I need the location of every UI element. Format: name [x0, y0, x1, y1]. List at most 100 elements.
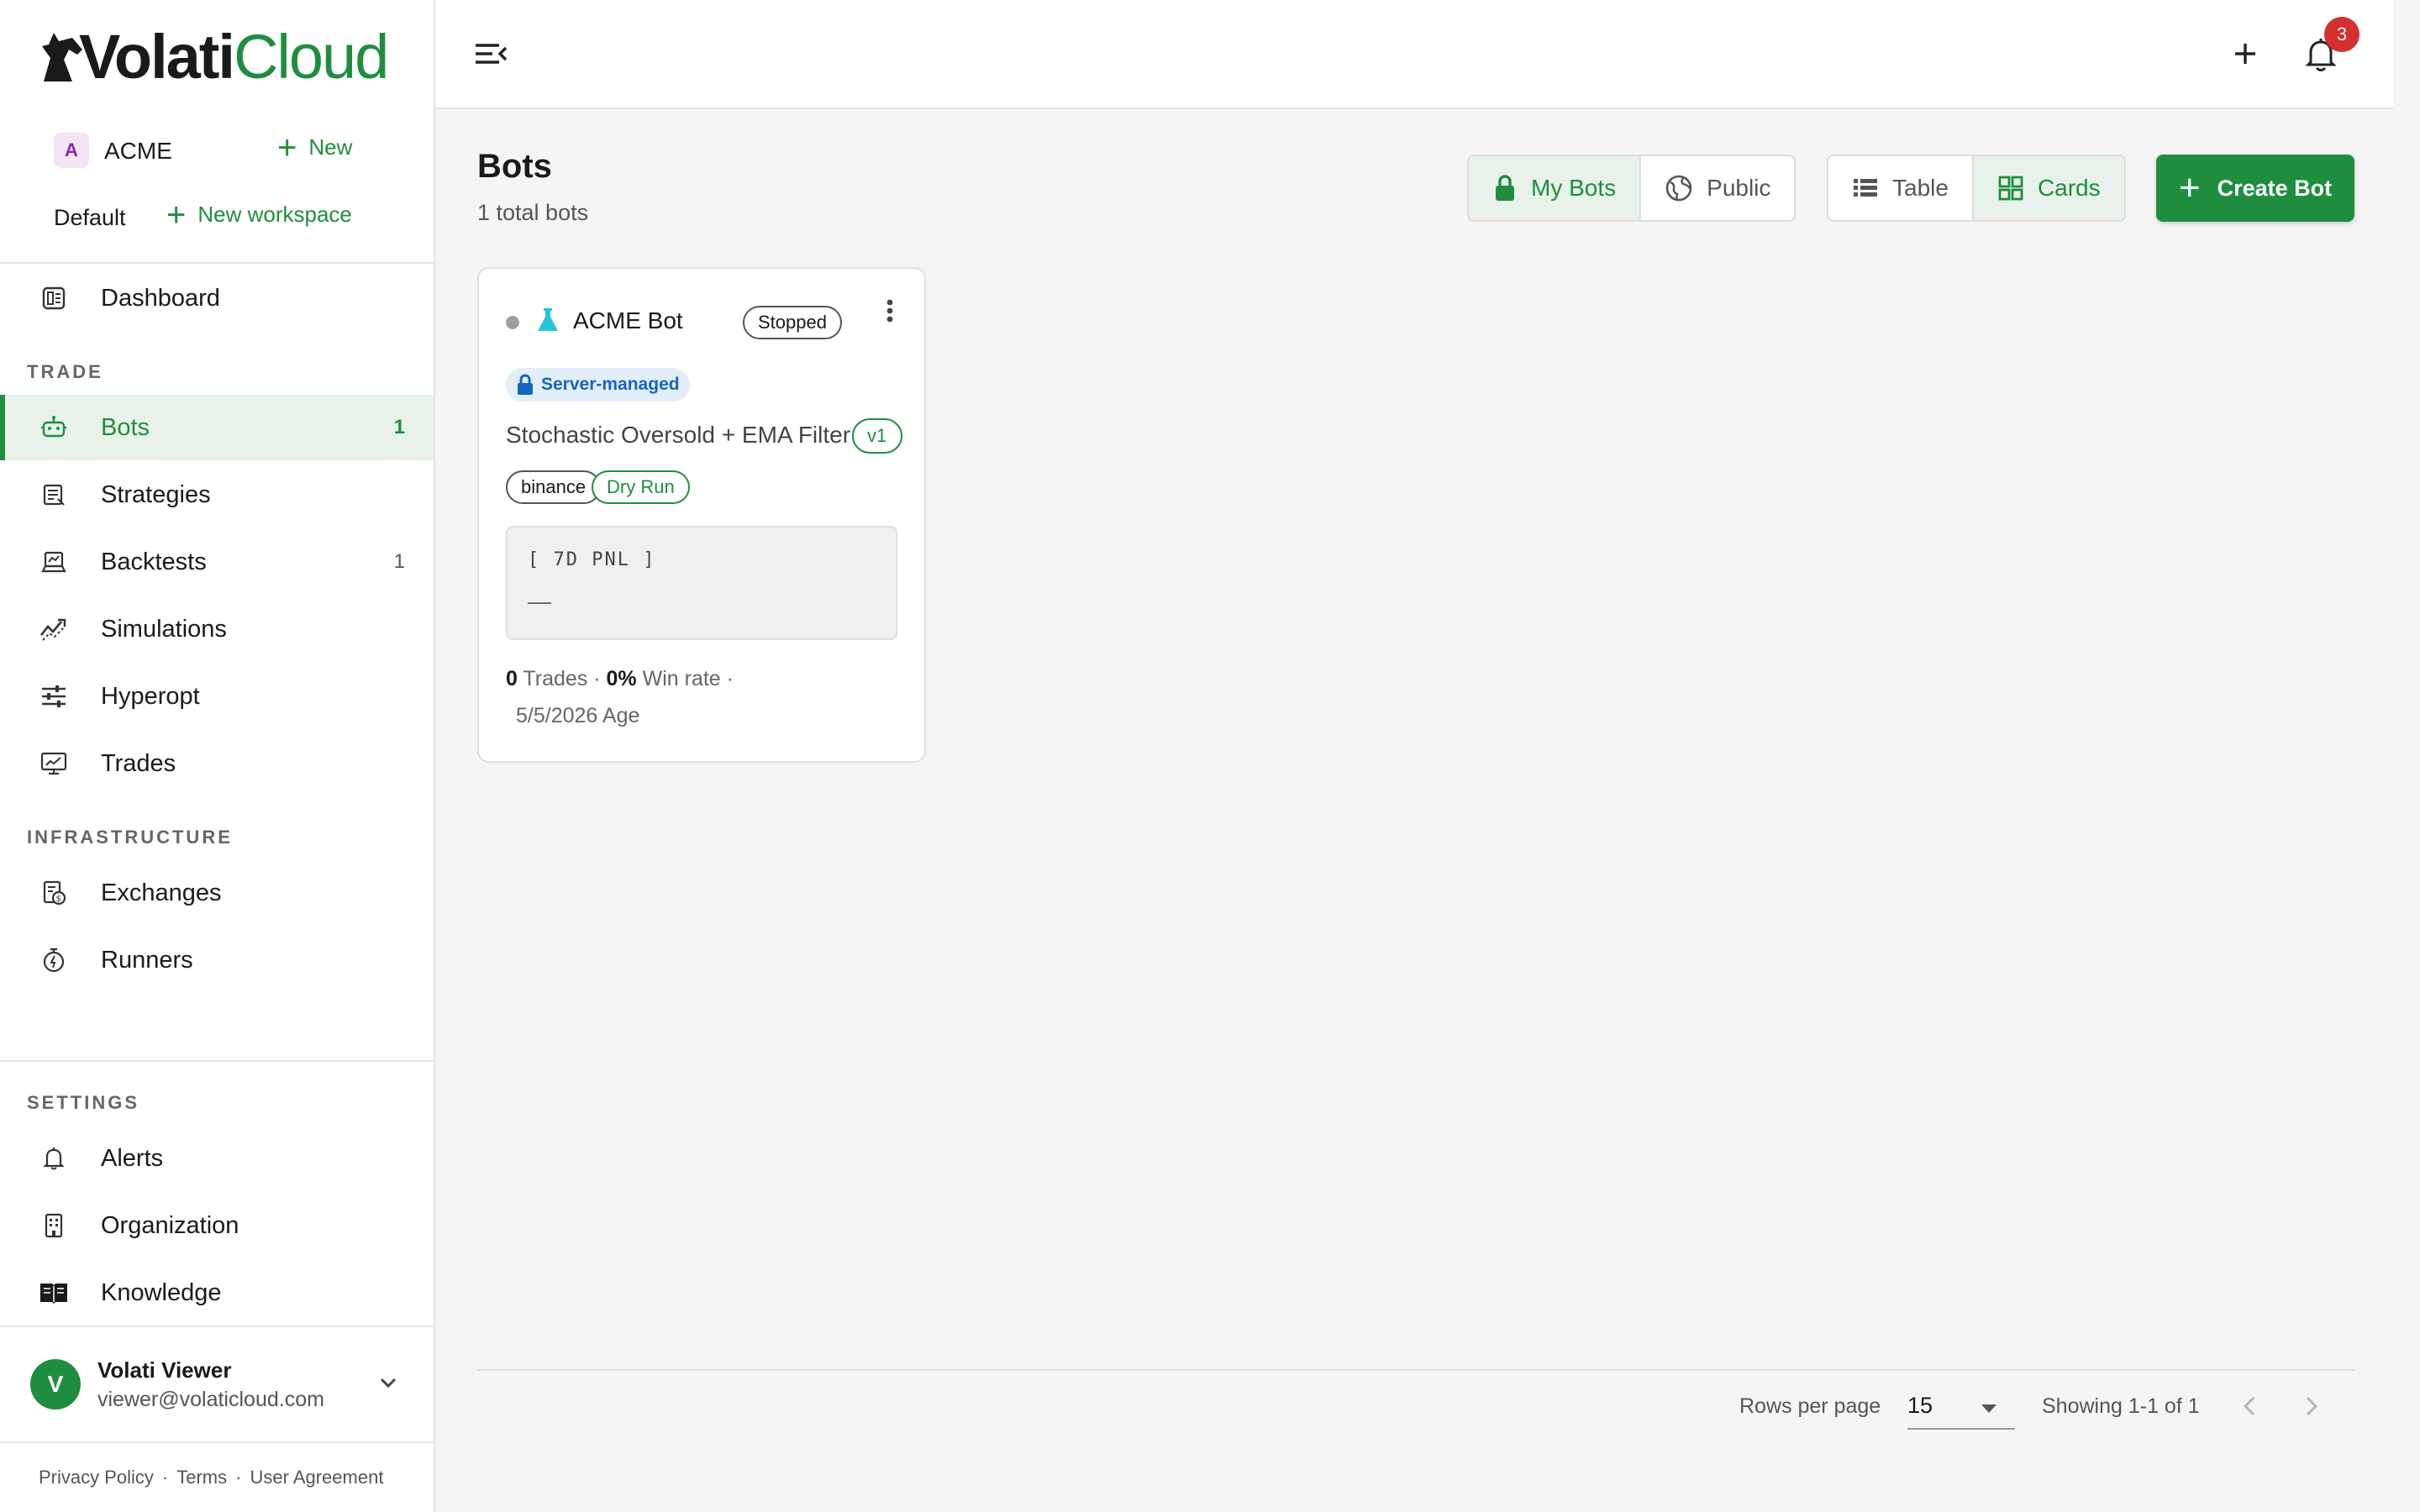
logo[interactable]: VolatiCloud [39, 22, 389, 92]
pagination-range: Showing 1-1 of 1 [2042, 1394, 2200, 1418]
flask-icon [534, 306, 561, 334]
my-bots-toggle[interactable]: My Bots [1469, 156, 1640, 220]
dashboard-icon [39, 283, 69, 313]
plus-icon: + [2178, 167, 2201, 208]
cards-label: Cards [2037, 175, 2101, 201]
building-icon [39, 1210, 69, 1241]
age-value: 5/5/2026 [516, 704, 598, 727]
stat-separator: · [593, 667, 601, 690]
lock-icon [518, 374, 533, 395]
user-agreement-link[interactable]: User Agreement [250, 1467, 383, 1488]
sidebar-divider [0, 1060, 434, 1062]
sidebar-item-knowledge[interactable]: Knowledge [0, 1260, 434, 1326]
cards-view-toggle[interactable]: Cards [1971, 156, 2124, 220]
previous-page-icon[interactable] [2238, 1391, 2259, 1421]
grid-view-icon [1998, 176, 2023, 201]
stopwatch-icon [39, 945, 69, 975]
exchange-badge: binance [506, 470, 602, 504]
server-managed-badge: Server-managed [506, 368, 690, 402]
sidebar-item-exchanges[interactable]: $ Exchanges [0, 860, 434, 926]
strategy-icon [39, 480, 69, 510]
lock-icon [1496, 175, 1514, 201]
strategy-name[interactable]: Stochastic Oversold + EMA Filter [506, 422, 850, 449]
sidebar-item-label: Simulations [101, 615, 227, 643]
bot-stats: 0 Trades · 0% Win rate · [506, 667, 734, 691]
horse-logo-icon [42, 33, 82, 81]
top-bar: 3 [435, 0, 2393, 109]
win-rate-value: 0% [606, 667, 637, 690]
strategy-version-badge: v1 [852, 418, 902, 454]
server-managed-label: Server-managed [541, 375, 680, 394]
sidebar-item-label: Knowledge [101, 1278, 222, 1306]
public-toggle[interactable]: Public [1639, 156, 1794, 220]
dry-run-badge: Dry Run [592, 470, 690, 504]
org-switcher[interactable]: ACME [104, 138, 172, 165]
collapse-menu-icon[interactable] [472, 37, 509, 71]
sidebar-item-label: Bots [101, 413, 150, 441]
user-avatar[interactable]: V [30, 1359, 81, 1410]
sidebar-item-label: Dashboard [101, 284, 220, 312]
sidebar-item-runners[interactable]: Runners [0, 927, 434, 993]
sidebar-item-alerts[interactable]: Alerts [0, 1126, 434, 1191]
sidebar-item-trades[interactable]: Trades [0, 731, 434, 796]
book-icon [39, 1278, 69, 1308]
next-page-icon[interactable] [2302, 1391, 2323, 1421]
sidebar-item-strategies[interactable]: Strategies [0, 462, 434, 528]
logo-text: VolatiCloud [79, 22, 389, 92]
app-root: VolatiCloud A ACME + New Default + New w… [0, 0, 2420, 1512]
pnl-label: [ 7D PNL ] [528, 549, 656, 570]
bot-name[interactable]: ACME Bot [573, 307, 683, 334]
sidebar-item-bots[interactable]: Bots 1 [0, 395, 434, 460]
sidebar-item-label: Runners [101, 946, 193, 974]
sidebar-item-dashboard[interactable]: Dashboard [0, 265, 434, 331]
dropdown-caret-icon [1981, 1404, 1996, 1413]
sliders-icon [39, 681, 69, 711]
sidebar-divider [0, 1326, 434, 1327]
terms-link[interactable]: Terms [176, 1467, 227, 1488]
list-view-icon [1854, 179, 1877, 197]
sidebar-item-organization[interactable]: Organization [0, 1193, 434, 1258]
stat-separator: · [726, 667, 734, 690]
exchange-icon: $ [39, 878, 69, 908]
trades-count: 0 [506, 667, 518, 690]
pnl-panel: [ 7D PNL ] — [506, 526, 897, 640]
globe-icon [1665, 175, 1692, 202]
page-title: Bots [477, 148, 552, 185]
sidebar-item-hyperopt[interactable]: Hyperopt [0, 664, 434, 729]
sidebar-item-simulations[interactable]: Simulations [0, 596, 434, 662]
monitor-chart-icon [39, 748, 69, 779]
add-icon[interactable] [2227, 35, 2264, 72]
chevron-down-icon[interactable] [375, 1369, 402, 1396]
status-badge: Stopped [743, 306, 842, 339]
simulation-icon [39, 614, 69, 644]
public-label: Public [1707, 175, 1771, 201]
rows-per-page-select[interactable]: 15 [1907, 1388, 2015, 1430]
new-org-button[interactable]: + New [277, 131, 352, 165]
bot-age: 5/5/2026 Age [516, 704, 639, 728]
section-label-settings: SETTINGS [27, 1092, 140, 1113]
privacy-link[interactable]: Privacy Policy [39, 1467, 154, 1488]
footer-links: Privacy Policy · Terms · User Agreement [39, 1467, 383, 1488]
ownership-filter: My Bots Public [1467, 155, 1797, 222]
sidebar-item-count: 1 [393, 550, 405, 573]
sidebar-item-label: Strategies [101, 480, 211, 508]
create-bot-button[interactable]: + Create Bot [2156, 155, 2354, 222]
rows-per-page-label: Rows per page [1739, 1394, 1881, 1418]
trades-label: Trades [523, 667, 588, 690]
sidebar-item-label: Alerts [101, 1144, 164, 1172]
plus-icon: + [166, 196, 187, 234]
sidebar-item-label: Backtests [101, 548, 207, 575]
sidebar-item-label: Exchanges [101, 879, 222, 906]
my-bots-label: My Bots [1531, 175, 1617, 201]
new-workspace-button[interactable]: + New workspace [166, 196, 352, 234]
table-view-toggle[interactable]: Table [1828, 156, 1972, 220]
footer-separator: · [161, 1467, 169, 1488]
robot-icon [39, 412, 69, 443]
bot-card[interactable]: ACME Bot Stopped Server-managed Stochast… [477, 267, 926, 763]
create-bot-label: Create Bot [2217, 175, 2333, 201]
sidebar-item-backtests[interactable]: Backtests 1 [0, 529, 434, 595]
sidebar-item-label: Trades [101, 749, 176, 777]
workspace-switcher[interactable]: Default [54, 205, 126, 231]
age-label: Age [602, 704, 640, 727]
more-options-icon[interactable] [882, 294, 897, 328]
